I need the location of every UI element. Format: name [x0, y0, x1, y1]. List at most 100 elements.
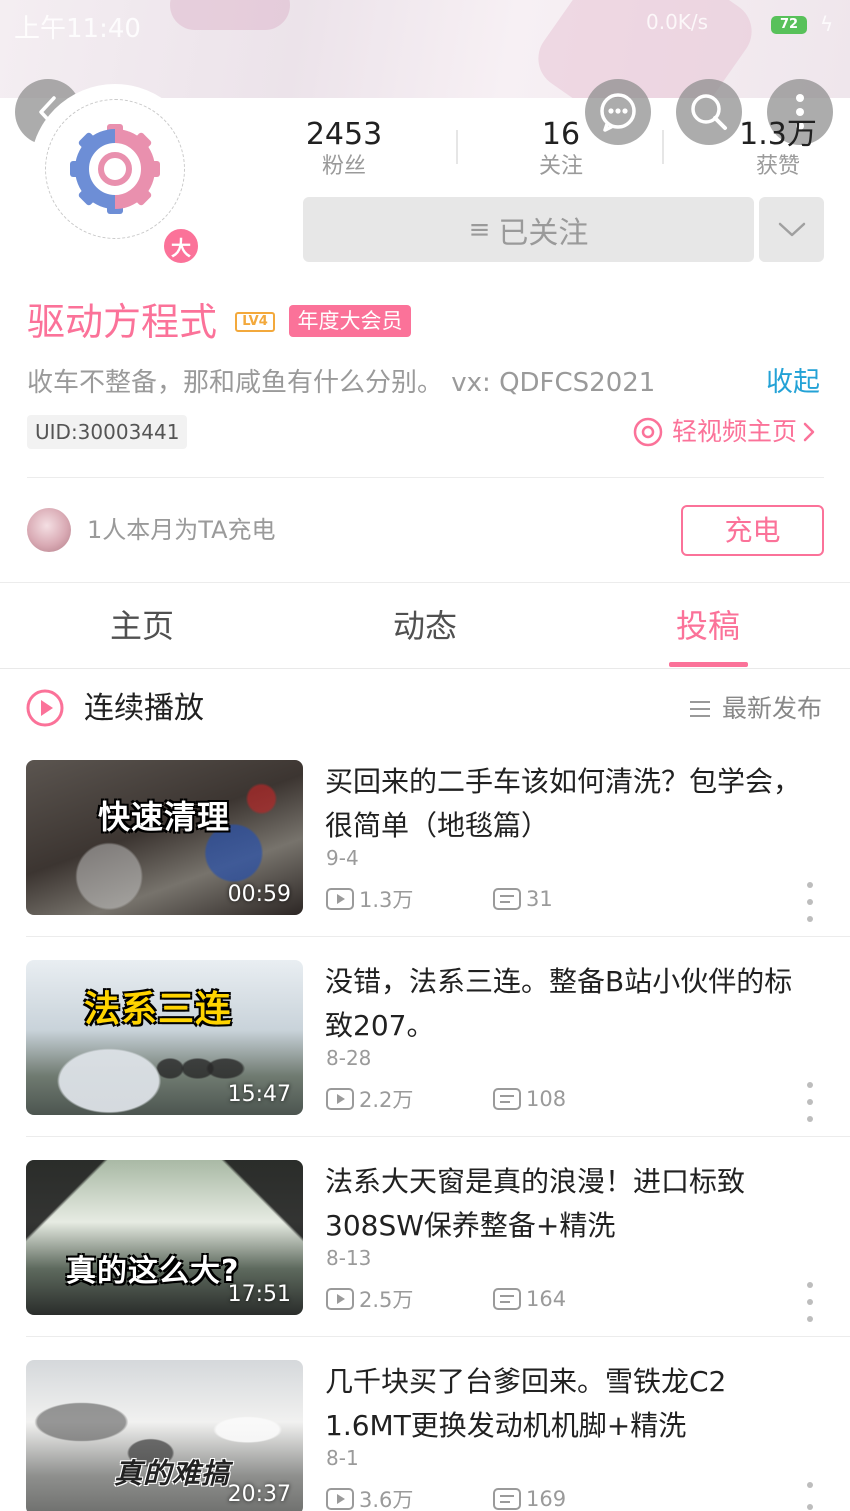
- comment-icon: [493, 1088, 521, 1110]
- thumbnail-caption: 真的这么大?: [66, 1254, 240, 1289]
- sort-label: 最新发布: [722, 694, 823, 723]
- sort-button[interactable]: 最新发布: [688, 691, 822, 727]
- view-count: 2.5万: [325, 1284, 455, 1314]
- username: 驱动方程式: [27, 300, 218, 344]
- banner-decoration: [170, 0, 290, 30]
- video-date: 8-1: [326, 1446, 359, 1470]
- view-count: 2.2万: [325, 1084, 455, 1114]
- stat-following[interactable]: 16 关注: [491, 118, 631, 182]
- play-circle-icon: [26, 689, 64, 727]
- profile-tabs: 主页 动态 投稿: [0, 583, 850, 669]
- followers-count: 2453: [305, 117, 383, 152]
- comment-count-value: 31: [526, 887, 553, 911]
- likes-count: 1.3万: [739, 117, 817, 152]
- charger-avatar[interactable]: [27, 508, 71, 552]
- comment-icon: [493, 888, 521, 910]
- video-title[interactable]: 法系大天窗是真的浪漫！进口标致308SW保养整备+精洗: [325, 1160, 815, 1248]
- view-count-value: 2.5万: [359, 1288, 414, 1312]
- video-thumbnail[interactable]: 真的难搞 20:37: [26, 1360, 303, 1511]
- video-item[interactable]: 真的这么大? 17:51 法系大天窗是真的浪漫！进口标致308SW保养整备+精洗…: [0, 1160, 850, 1360]
- view-count-value: 3.6万: [359, 1488, 414, 1511]
- follow-dropdown-button[interactable]: [759, 197, 824, 262]
- more-options-icon[interactable]: [803, 1282, 817, 1322]
- divider: [26, 1336, 850, 1337]
- video-title[interactable]: 几千块买了台爹回来。雪铁龙C2 1.6MT更换发动机机脚+精洗: [325, 1360, 815, 1448]
- video-thumbnail[interactable]: 法系三连 15:47: [26, 960, 303, 1115]
- light-video-home-link[interactable]: 轻视频主页: [632, 412, 815, 452]
- comment-count-value: 164: [526, 1287, 567, 1311]
- comment-icon: [493, 1488, 521, 1510]
- list-icon: [690, 701, 710, 717]
- video-title[interactable]: 买回来的二手车该如何清洗？包学会，很简单（地毯篇）: [325, 760, 815, 848]
- charge-summary: 1人本月为TA充电: [87, 516, 276, 544]
- play-toolbar: 连续播放 最新发布: [0, 680, 850, 738]
- active-tab-indicator: [669, 662, 748, 667]
- video-item[interactable]: 真的难搞 20:37 几千块买了台爹回来。雪铁龙C2 1.6MT更换发动机机脚+…: [0, 1360, 850, 1511]
- play-count-icon: [326, 1088, 354, 1110]
- comment-count: 31: [492, 887, 553, 911]
- more-options-icon[interactable]: [803, 882, 817, 922]
- view-count-value: 1.3万: [359, 888, 414, 912]
- divider: [26, 1136, 850, 1137]
- video-duration: 00:59: [227, 882, 291, 907]
- play-count-icon: [326, 1488, 354, 1510]
- video-date: 9-4: [326, 846, 359, 870]
- followed-button[interactable]: ≡ 已关注: [303, 197, 754, 262]
- target-icon: [633, 417, 663, 447]
- divider: [662, 130, 664, 164]
- video-duration: 20:37: [227, 1482, 291, 1507]
- video-duration: 15:47: [227, 1082, 291, 1107]
- video-date: 8-28: [326, 1046, 372, 1070]
- comment-icon: [493, 1288, 521, 1310]
- divider: [26, 936, 850, 937]
- divider: [27, 477, 824, 478]
- comment-count-value: 108: [526, 1087, 567, 1111]
- video-date: 8-13: [326, 1246, 372, 1270]
- view-count: 3.6万: [325, 1484, 455, 1511]
- collapse-link[interactable]: 收起: [766, 364, 820, 402]
- charge-row: 1人本月为TA充电 充电: [27, 505, 824, 556]
- divider: [456, 130, 458, 164]
- uid-label[interactable]: UID:30003441: [27, 415, 188, 449]
- video-thumbnail[interactable]: 快速清理 00:59: [26, 760, 303, 915]
- vip-badge: 大: [161, 226, 201, 266]
- following-label: 关注: [538, 154, 583, 179]
- thumbnail-caption: 快速清理: [98, 798, 231, 836]
- video-meta: 2.2万 108: [325, 1084, 566, 1114]
- more-options-icon[interactable]: [803, 1482, 817, 1510]
- video-meta: 3.6万 169: [325, 1484, 566, 1511]
- chevron-right-icon: [803, 422, 815, 442]
- avatar-ring: [45, 99, 185, 239]
- followers-label: 粉丝: [321, 154, 366, 179]
- comment-count: 169: [492, 1487, 566, 1511]
- view-count: 1.3万: [325, 884, 455, 914]
- annual-vip-tag: 年度大会员: [289, 305, 411, 337]
- more-options-icon[interactable]: [803, 1082, 817, 1122]
- charge-button[interactable]: 充电: [681, 505, 824, 556]
- stat-followers[interactable]: 2453 粉丝: [274, 118, 414, 182]
- network-speed: 0.0K/s: [646, 10, 709, 34]
- stat-likes[interactable]: 1.3万 获赞: [708, 118, 848, 182]
- video-item[interactable]: 快速清理 00:59 买回来的二手车该如何清洗？包学会，很简单（地毯篇） 9-4…: [0, 760, 850, 960]
- video-thumbnail[interactable]: 真的这么大? 17:51: [26, 1160, 303, 1315]
- video-meta: 1.3万 31: [325, 884, 553, 914]
- bio-text: 收车不整备，那和咸鱼有什么分别。 vx: QDFCS2021: [27, 368, 656, 398]
- view-count-value: 2.2万: [359, 1088, 414, 1112]
- comment-count: 164: [492, 1287, 566, 1311]
- battery-indicator: 72: [771, 16, 807, 34]
- menu-lines-icon: ≡: [468, 214, 491, 245]
- following-count: 16: [541, 117, 581, 152]
- play-count-icon: [326, 888, 354, 910]
- level-badge: LV4: [235, 312, 275, 332]
- tab-home[interactable]: 主页: [42, 583, 242, 669]
- video-item[interactable]: 法系三连 15:47 没错，法系三连。整备B站小伙伴的标致207。 8-28 2…: [0, 960, 850, 1160]
- continuous-play-button[interactable]: 连续播放: [84, 689, 204, 729]
- tab-uploads[interactable]: 投稿: [608, 583, 808, 669]
- light-video-home-label: 轻视频主页: [672, 417, 798, 446]
- video-title[interactable]: 没错，法系三连。整备B站小伙伴的标致207。: [325, 960, 815, 1048]
- video-meta: 2.5万 164: [325, 1284, 566, 1314]
- play-count-icon: [326, 1288, 354, 1310]
- followed-label: 已关注: [498, 215, 589, 251]
- tab-dynamics[interactable]: 动态: [325, 583, 525, 669]
- banner-decoration: [526, 0, 764, 98]
